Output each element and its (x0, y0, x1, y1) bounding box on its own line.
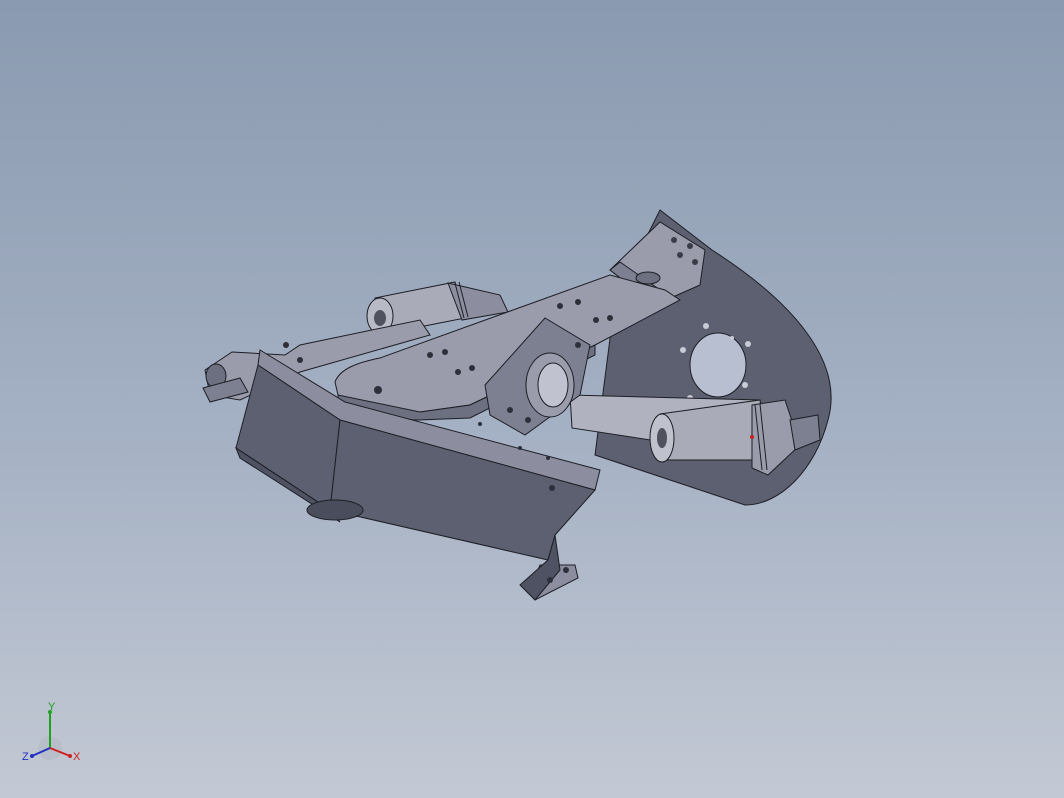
graphics-viewport[interactable]: Y X Z (0, 0, 1064, 798)
orientation-triad: Y X Z (22, 701, 81, 763)
x-axis-label: X (73, 751, 81, 763)
y-axis-label: Y (48, 701, 56, 713)
assembly-model[interactable] (0, 0, 1064, 798)
z-axis-label: Z (22, 751, 29, 763)
